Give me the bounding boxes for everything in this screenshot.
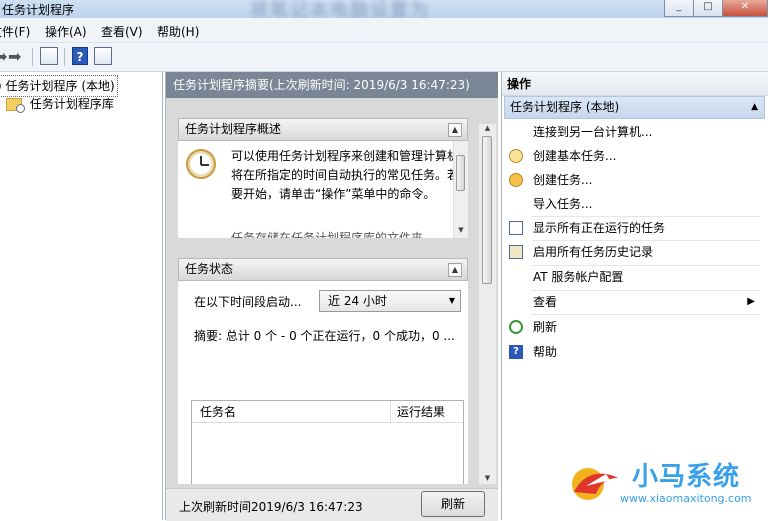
action-import-task[interactable]: 导入任务... xyxy=(502,192,765,216)
menu-view[interactable]: 查看(V) xyxy=(101,23,143,40)
overview-body: 可以使用任务计划程序来创建和管理计算机将在所指定的时间自动执行的常见任务。若要开… xyxy=(178,141,468,238)
action-label: 创建基本任务... xyxy=(533,149,617,163)
action-label: 帮助 xyxy=(533,345,558,359)
chevron-down-icon: ▼ xyxy=(448,296,455,305)
menu-bar: 文件(F) 操作(A) 查看(V) 帮助(H) xyxy=(0,18,768,43)
action-label: 显示所有正在运行的任务 xyxy=(533,221,666,235)
last-refresh-text: 上次刷新时间2019/6/3 16:47:23 xyxy=(179,500,363,514)
collapse-icon[interactable]: ▲ xyxy=(448,123,462,137)
action-label: 查看 xyxy=(533,295,558,309)
toolbar-separator xyxy=(32,48,33,66)
basic-task-icon xyxy=(509,149,523,163)
window-title: 任务计划程序 xyxy=(2,3,75,17)
scroll-thumb[interactable] xyxy=(456,155,465,191)
status-summary: 摘要: 总计 0 个 - 0 个正在运行，0 个成功，0 ... xyxy=(194,329,455,343)
menu-action[interactable]: 操作(A) xyxy=(45,23,87,40)
actions-pane: 操作 任务计划程序 (本地) ▲ 连接到另一台计算机... 创建基本任务... … xyxy=(501,72,768,520)
history-icon xyxy=(509,245,523,259)
show-hide-action-pane-icon[interactable] xyxy=(94,47,112,65)
status-body: 在以下时间段启动... 近 24 小时 ▼ 摘要: 总计 0 个 - 0 个正在… xyxy=(178,281,468,484)
toolbar-separator xyxy=(64,48,65,66)
period-select[interactable]: 近 24 小时 ▼ xyxy=(319,290,461,312)
watermark-url: www.xiaomaxitong.com xyxy=(620,492,752,505)
action-connect-computer[interactable]: 连接到另一台计算机... xyxy=(502,120,765,144)
task-table: 任务名 运行结果 xyxy=(191,400,464,484)
close-button[interactable]: ✕ xyxy=(722,0,768,17)
overview-title: 任务计划程序概述 xyxy=(185,122,282,136)
collapse-icon[interactable]: ▲ xyxy=(448,263,462,277)
help-icon: ? xyxy=(509,345,523,359)
action-label: 刷新 xyxy=(533,320,558,334)
action-at-service-config[interactable]: AT 服务帐户配置 xyxy=(502,265,765,289)
console-tree: ) 任务计划程序 (本地) 任务计划程序库 xyxy=(0,72,163,520)
status-panel-header[interactable]: 任务状态 ▲ xyxy=(178,258,468,281)
refresh-button[interactable]: 刷新 xyxy=(421,491,485,517)
folder-icon xyxy=(6,98,25,113)
summary-footer: 上次刷新时间2019/6/3 16:47:23 刷新 xyxy=(166,488,498,521)
action-label: 导入任务... xyxy=(533,197,593,211)
scroll-thumb[interactable] xyxy=(482,136,492,284)
watermark-brand: 小马系统 xyxy=(632,462,741,492)
forward-arrow-icon[interactable]: ➡ xyxy=(8,47,21,67)
clock-icon: ) xyxy=(0,79,2,93)
action-create-task[interactable]: 创建任务... xyxy=(502,168,765,192)
horse-logo-icon xyxy=(572,468,618,500)
toolbar: ➡ ➡ ? xyxy=(0,43,768,72)
tree-item-library[interactable]: 任务计划程序库 xyxy=(6,94,114,114)
column-run-result[interactable]: 运行结果 xyxy=(391,401,463,423)
overview-panel: 任务计划程序概述 ▲ 可以使用任务计划程序来创建和管理计算机将在所指定的时间自动… xyxy=(178,118,468,238)
actions-title: 操作 xyxy=(502,72,768,96)
action-show-running-tasks[interactable]: 显示所有正在运行的任务 xyxy=(502,216,765,240)
action-label: 连接到另一台计算机... xyxy=(533,125,653,139)
menu-file[interactable]: 文件(F) xyxy=(0,23,30,40)
refresh-icon xyxy=(509,320,523,334)
action-view[interactable]: 查看 ▶ xyxy=(502,290,765,314)
minimize-button[interactable]: _ xyxy=(664,0,694,17)
show-hide-console-tree-icon[interactable] xyxy=(40,47,58,65)
back-arrow-icon[interactable]: ➡ xyxy=(0,47,7,67)
action-help[interactable]: ? 帮助 xyxy=(502,340,765,364)
submenu-arrow-icon: ▶ xyxy=(747,296,755,307)
help-icon[interactable]: ? xyxy=(72,47,88,65)
actions-group-label: 任务计划程序 (本地) xyxy=(510,100,620,114)
scroll-down-icon[interactable]: ▼ xyxy=(454,226,468,238)
action-enable-history[interactable]: 启用所有任务历史记录 xyxy=(502,240,765,264)
clock-icon xyxy=(186,149,216,179)
summary-header: 任务计划程序摘要(上次刷新时间: 2019/6/3 16:47:23) xyxy=(166,72,498,98)
tree-root-label: 任务计划程序 (本地) xyxy=(5,79,115,93)
overview-description-more: 任务存储在任务计划程序库的文件夹 xyxy=(231,231,424,238)
overview-description: 可以使用任务计划程序来创建和管理计算机将在所指定的时间自动执行的常见任务。若要开… xyxy=(231,149,460,201)
tree-library-label: 任务计划程序库 xyxy=(29,97,114,111)
maximize-button[interactable]: □ xyxy=(693,0,723,17)
action-label: 创建任务... xyxy=(533,173,593,187)
scroll-down-icon[interactable]: ▼ xyxy=(479,474,496,484)
running-tasks-icon xyxy=(509,221,523,235)
action-refresh[interactable]: 刷新 xyxy=(502,315,765,339)
column-task-name[interactable]: 任务名 xyxy=(192,401,391,423)
window-controls: _ □ ✕ xyxy=(664,0,768,18)
action-label: AT 服务帐户配置 xyxy=(533,270,624,284)
menu-help[interactable]: 帮助(H) xyxy=(157,23,199,40)
action-create-basic-task[interactable]: 创建基本任务... xyxy=(502,144,765,168)
summary-scrollbar[interactable]: ▲ ▼ xyxy=(479,124,496,484)
collapse-icon: ▲ xyxy=(751,102,758,112)
overview-scrollbar[interactable]: ▼ xyxy=(453,141,468,238)
period-label: 在以下时间段启动... xyxy=(194,295,302,309)
title-bar: 任务计划程序 将笔记本电脑设置为 _ □ ✕ xyxy=(0,0,768,21)
actions-group-header[interactable]: 任务计划程序 (本地) ▲ xyxy=(504,96,765,119)
summary-pane: 任务计划程序摘要(上次刷新时间: 2019/6/3 16:47:23) 任务计划… xyxy=(165,72,498,521)
action-label: 启用所有任务历史记录 xyxy=(533,245,654,259)
task-icon xyxy=(509,173,523,187)
task-status-panel: 任务状态 ▲ 在以下时间段启动... 近 24 小时 ▼ 摘要: 总计 0 个 … xyxy=(178,258,468,484)
scroll-up-icon[interactable]: ▲ xyxy=(479,124,496,134)
overview-panel-header[interactable]: 任务计划程序概述 ▲ xyxy=(178,118,468,141)
status-title: 任务状态 xyxy=(185,262,234,276)
period-value: 近 24 小时 xyxy=(328,294,387,308)
